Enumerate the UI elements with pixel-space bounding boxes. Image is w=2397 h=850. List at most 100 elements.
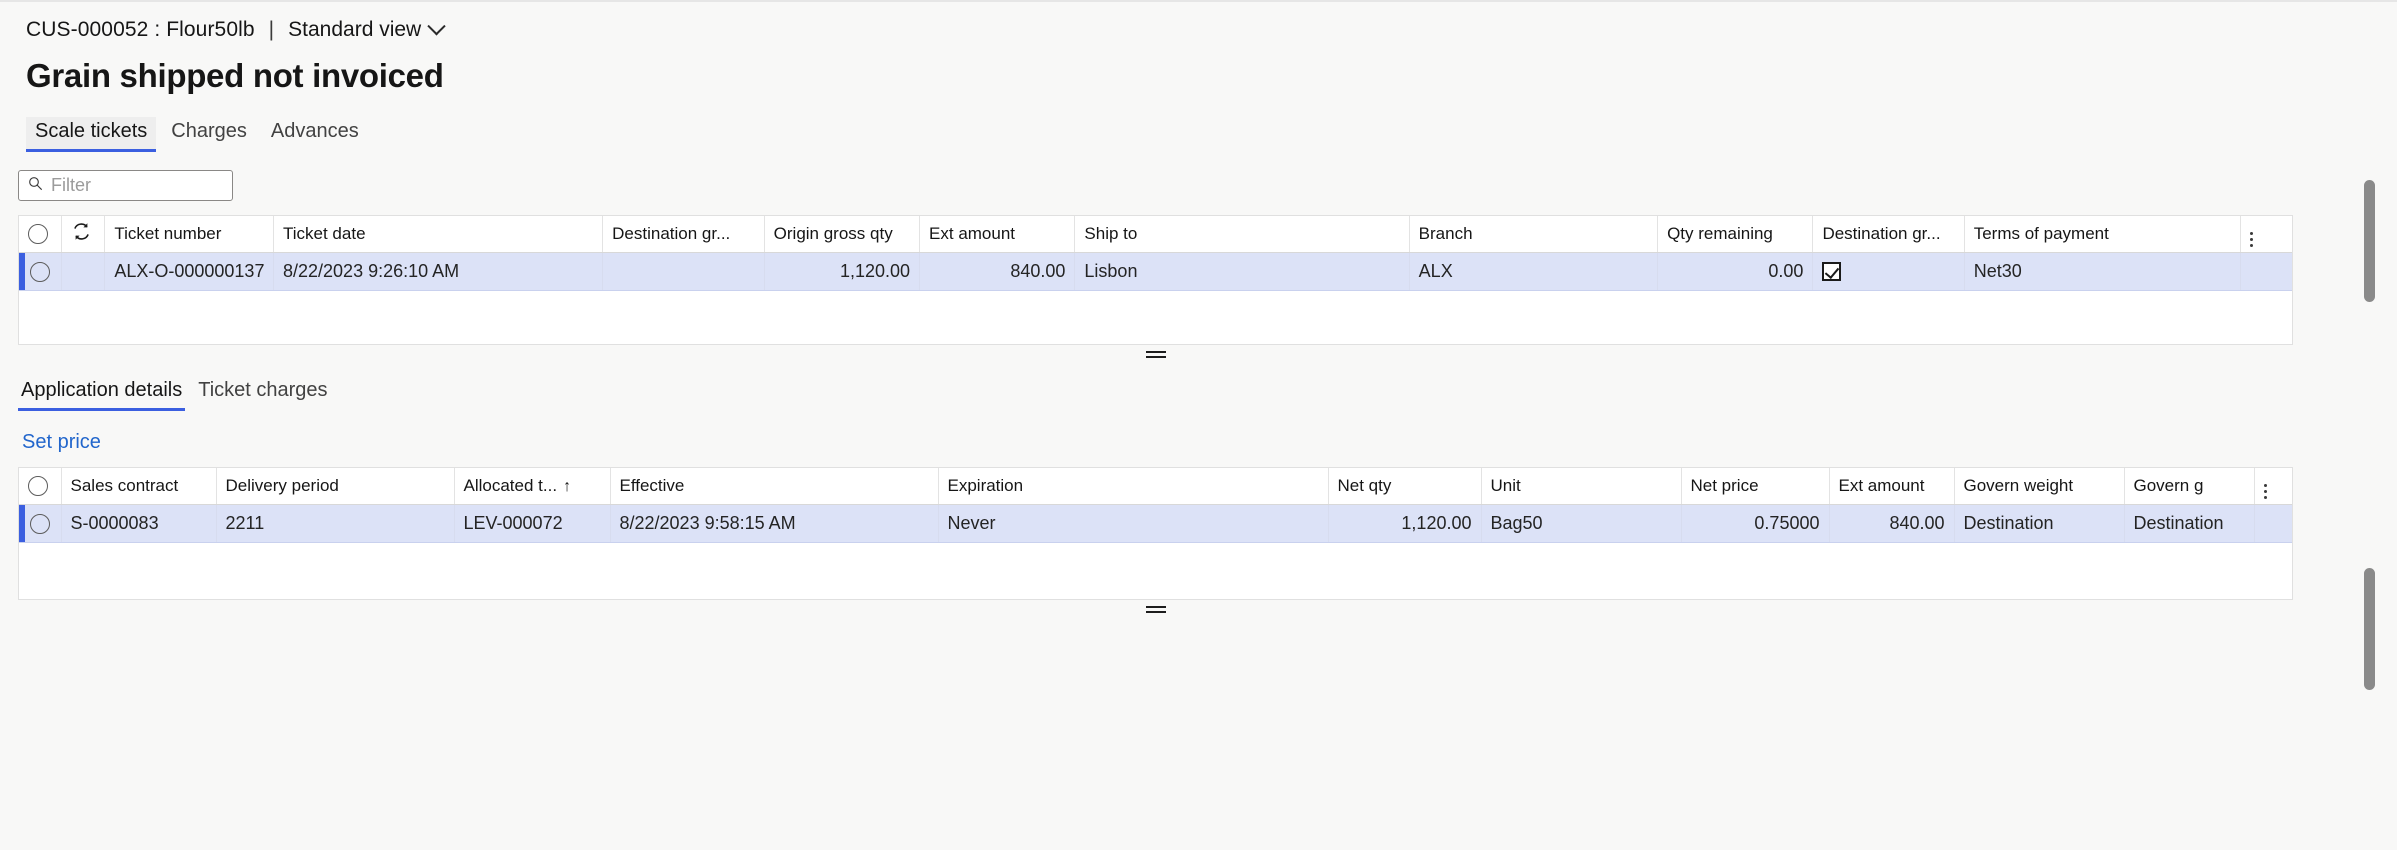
checkbox-checked-icon[interactable] [1822,262,1842,282]
row-select-circle-icon[interactable] [30,261,51,282]
cell-sales-contract[interactable]: S-0000083 [61,504,217,543]
resize-grip-icon[interactable] [1145,606,1166,613]
view-selector-label: Standard view [288,18,422,41]
cell-ext-amount[interactable]: 840.00 [1829,504,1955,543]
cell-allocated-to[interactable]: LEV-000072 [454,504,611,543]
table-header-row: Ticket number Ticket date Destination gr… [19,216,2292,253]
col-header-delivery-period[interactable]: Delivery period [216,468,455,505]
kebab-menu-icon[interactable] [2249,232,2253,248]
cell-row-end [2240,252,2292,291]
col-header-govern-weight[interactable]: Govern weight [1954,468,2125,505]
tab-application-details-label: Application details [21,379,183,401]
refresh-header[interactable] [61,216,106,253]
col-header-branch[interactable]: Branch [1409,216,1659,253]
select-all-circle-icon[interactable] [28,224,48,244]
cell-origin-gross-qty[interactable]: 1,120.00 [764,252,921,291]
col-header-destination-gr-2[interactable]: Destination gr... [1812,216,1965,253]
sort-ascending-icon: ↑ [563,477,572,495]
cell-ticket-number[interactable]: ALX-O-000000137 [104,252,274,291]
col-header-ext-amount[interactable]: Ext amount [1829,468,1955,505]
tab-scale-tickets[interactable]: Scale tickets [26,117,157,152]
application-details-grid: Sales contract Delivery period Allocated… [18,467,2293,600]
splitter-bottom[interactable] [18,600,2293,622]
col-header-ticket-date[interactable]: Ticket date [273,216,604,253]
search-icon [28,176,43,196]
col-header-sales-contract[interactable]: Sales contract [61,468,217,505]
table-row[interactable]: ALX-O-000000137 8/22/2023 9:26:10 AM 1,1… [19,252,2292,291]
col-header-ext-amount[interactable]: Ext amount [919,216,1076,253]
select-all-header[interactable] [19,216,63,253]
table-header-row: Sales contract Delivery period Allocated… [19,468,2292,505]
kebab-menu-icon[interactable] [2263,484,2267,500]
tab-advances-label: Advances [270,120,359,142]
tab-ticket-charges-label: Ticket charges [198,379,328,401]
col-header-ticket-number[interactable]: Ticket number [104,216,274,253]
col-header-qty-remaining[interactable]: Qty remaining [1657,216,1814,253]
col-header-govern-g[interactable]: Govern g [2124,468,2255,505]
application-details-table: Sales contract Delivery period Allocated… [19,468,2292,543]
resize-grip-icon[interactable] [1145,351,1166,358]
cell-effective[interactable]: 8/22/2023 9:58:15 AM [610,504,939,543]
col-header-allocated-to[interactable]: Allocated t... ↑ [454,468,611,505]
secondary-tabstrip: Application details Ticket charges [0,373,2397,411]
col-header-allocated-to-label: Allocated t... [463,475,558,495]
cell-qty-remaining[interactable]: 0.00 [1657,252,1814,291]
col-header-expiration[interactable]: Expiration [938,468,1329,505]
action-bar: Set price [0,411,2397,455]
scrollbar-top-grid[interactable] [2364,180,2375,302]
filter-input[interactable] [51,175,283,196]
table-row[interactable]: S-0000083 2211 LEV-000072 8/22/2023 9:58… [19,504,2292,543]
select-all-circle-icon[interactable] [28,476,48,496]
breadcrumb-record: CUS-000052 : Flour50lb [26,18,255,41]
scale-tickets-grid: Ticket number Ticket date Destination gr… [18,215,2293,345]
cell-destination-gr-1[interactable] [602,252,765,291]
cell-ticket-date[interactable]: 8/22/2023 9:26:10 AM [273,252,604,291]
scale-tickets-table: Ticket number Ticket date Destination gr… [19,216,2292,291]
cell-terms-of-payment[interactable]: Net30 [1964,252,2241,291]
cell-expiration[interactable]: Never [938,504,1329,543]
cell-delivery-period[interactable]: 2211 [216,504,455,543]
col-header-effective[interactable]: Effective [610,468,939,505]
cell-branch[interactable]: ALX [1409,252,1659,291]
cell-row-end [2254,504,2292,543]
cell-govern-g[interactable]: Destination [2124,504,2255,543]
cell-net-price[interactable]: 0.75000 [1681,504,1830,543]
splitter-top[interactable] [18,345,2293,367]
col-header-terms-of-payment[interactable]: Terms of payment [1964,216,2241,253]
page-root: CUS-000052 : Flour50lb | Standard view G… [0,0,2397,850]
tab-application-details[interactable]: Application details [18,377,186,411]
grid-options-header[interactable] [2240,216,2292,253]
scrollbar-bottom-grid[interactable] [2364,568,2375,690]
col-header-unit[interactable]: Unit [1481,468,1682,505]
cell-ship-to[interactable]: Lisbon [1074,252,1410,291]
refresh-icon[interactable] [71,221,92,247]
breadcrumb-separator: | [268,18,275,41]
cell-ext-amount[interactable]: 840.00 [919,252,1076,291]
row-select-cell[interactable] [19,504,62,543]
page-header: CUS-000052 : Flour50lb | Standard view G… [0,2,2397,95]
select-all-header[interactable] [19,468,62,505]
cell-govern-weight[interactable]: Destination [1954,504,2125,543]
cell-unit[interactable]: Bag50 [1481,504,1682,543]
cell-net-qty[interactable]: 1,120.00 [1328,504,1482,543]
tab-advances[interactable]: Advances [262,117,368,152]
page-title: Grain shipped not invoiced [26,57,444,94]
col-header-ship-to[interactable]: Ship to [1074,216,1410,253]
tab-charges[interactable]: Charges [162,117,256,152]
tab-scale-tickets-label: Scale tickets [35,120,148,142]
view-selector[interactable]: Standard view [288,16,446,42]
filter-box[interactable] [18,170,283,201]
primary-tabstrip: Scale tickets Charges Advances [0,112,2397,152]
col-header-net-price[interactable]: Net price [1681,468,1830,505]
set-price-button[interactable]: Set price [22,431,101,453]
col-header-origin-gross-qty[interactable]: Origin gross qty [764,216,921,253]
col-header-net-qty[interactable]: Net qty [1328,468,1482,505]
tab-ticket-charges[interactable]: Ticket charges [195,377,330,411]
cell-destination-gr-2[interactable] [1812,252,1965,291]
col-header-destination-gr-1[interactable]: Destination gr... [602,216,765,253]
row-select-cell[interactable] [19,252,63,291]
row-select-circle-icon[interactable] [29,513,50,534]
grid-options-header[interactable] [2254,468,2292,505]
chevron-down-icon [427,16,446,35]
row-refresh-cell [61,252,106,291]
